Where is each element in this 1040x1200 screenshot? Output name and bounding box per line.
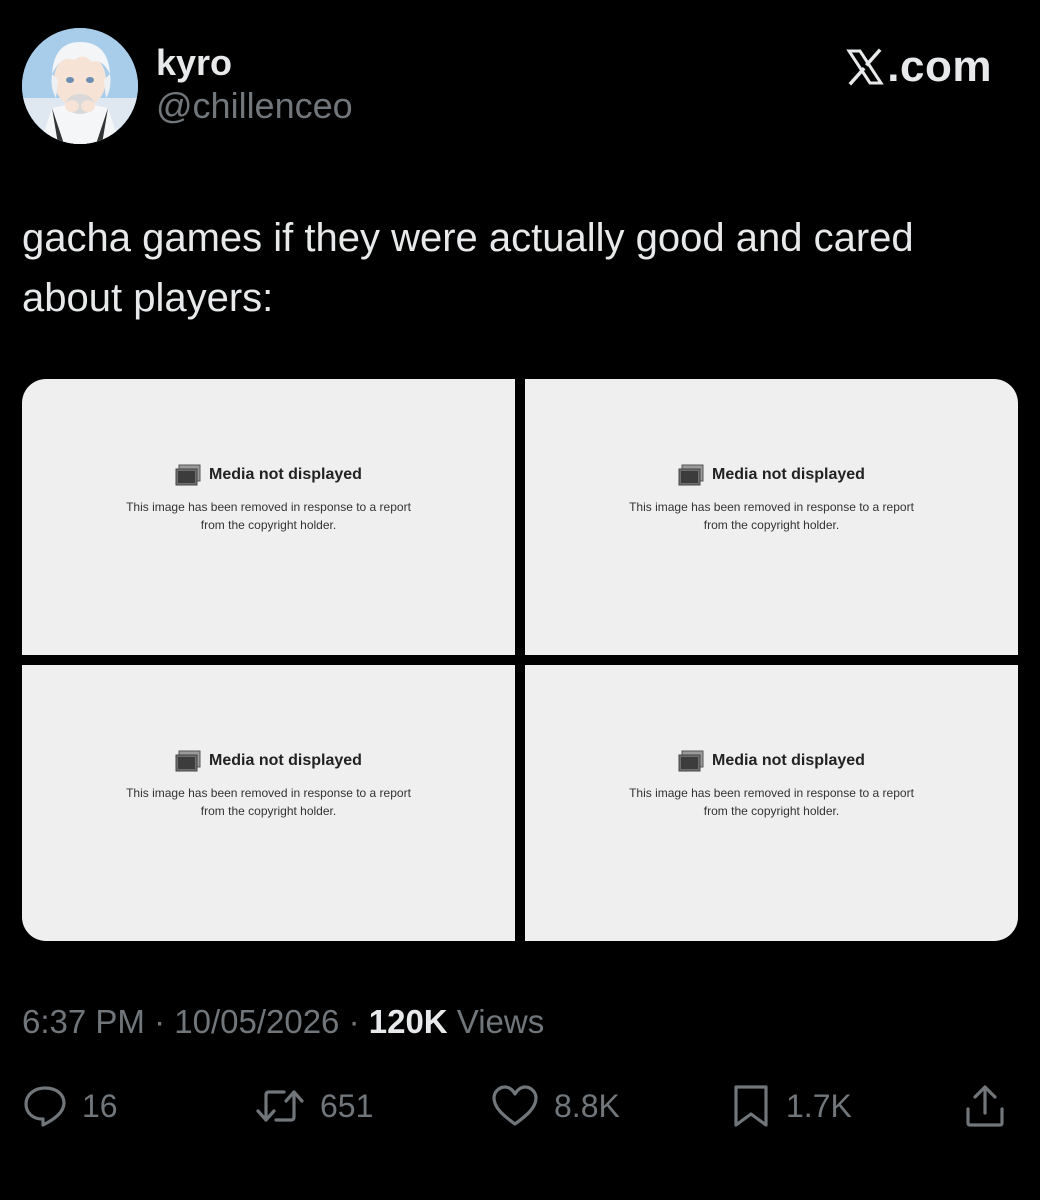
user-handle[interactable]: @chillenceo [156,84,353,128]
next-section-peek [22,1186,1018,1200]
like-count: 8.8K [554,1087,620,1124]
avatar[interactable] [22,28,138,144]
repost-count: 651 [320,1087,374,1124]
media-placeholder[interactable]: Media not displayed This image has been … [525,379,1018,655]
tweet-meta: 6:37 PM · 10/05/2026 · 120K Views [22,998,544,1046]
brand-domain: .com [887,42,992,91]
repost-icon [256,1090,304,1122]
media-title-row: Media not displayed [175,464,362,486]
media-description: This image has been removed in response … [126,500,411,532]
media-title-row: Media not displayed [678,750,865,772]
reply-button[interactable]: 16 [22,1078,118,1134]
bookmark-button[interactable]: 1.7K [730,1078,852,1134]
tweet-time[interactable]: 6:37 PM [22,1003,145,1040]
media-description: This image has been removed in response … [629,786,914,818]
repost-button[interactable]: 651 [254,1078,373,1134]
media-title-row: Media not displayed [678,464,865,486]
tweet-header: kyro @chillenceo .com [22,28,1018,148]
meta-separator: · [144,1003,175,1040]
meta-separator: · [339,1003,369,1040]
views-label: Views [447,1003,545,1040]
media-title: Media not displayed [712,752,865,769]
reply-icon [24,1086,66,1127]
media-placeholder[interactable]: Media not displayed This image has been … [525,665,1018,941]
anime-avatar-icon [22,28,138,144]
user-meta: kyro @chillenceo [156,42,353,128]
media-grid: Media not displayed This image has been … [22,379,1018,941]
media-placeholder[interactable]: Media not displayed This image has been … [22,379,515,655]
views-count: 120K [368,1003,448,1040]
media-title: Media not displayed [209,752,362,769]
media-description: This image has been removed in response … [629,500,914,532]
media-description: This image has been removed in response … [126,786,411,818]
bookmark-icon [734,1085,768,1127]
image-placeholder-icon [175,750,201,772]
tweet-text: gacha games if they were actually good a… [22,216,914,320]
share-button[interactable] [962,1078,1008,1134]
media-placeholder[interactable]: Media not displayed This image has been … [22,665,515,941]
tweet-date[interactable]: 10/05/2026 [174,1003,339,1040]
x-logo-icon [846,48,885,86]
image-placeholder-icon [678,464,704,486]
media-title: Media not displayed [209,466,362,483]
image-placeholder-icon [678,750,704,772]
image-placeholder-icon [175,464,201,486]
media-title-row: Media not displayed [175,750,362,772]
like-button[interactable]: 8.8K [490,1078,620,1134]
reply-count: 16 [82,1087,118,1124]
display-name[interactable]: kyro [156,42,353,84]
media-title: Media not displayed [712,466,865,483]
heart-icon [492,1085,538,1126]
brand-watermark: .com [845,42,992,92]
bookmark-count: 1.7K [786,1087,852,1124]
action-bar: 16 651 8.8K 1.7K [22,1078,1018,1134]
share-icon [966,1085,1004,1127]
